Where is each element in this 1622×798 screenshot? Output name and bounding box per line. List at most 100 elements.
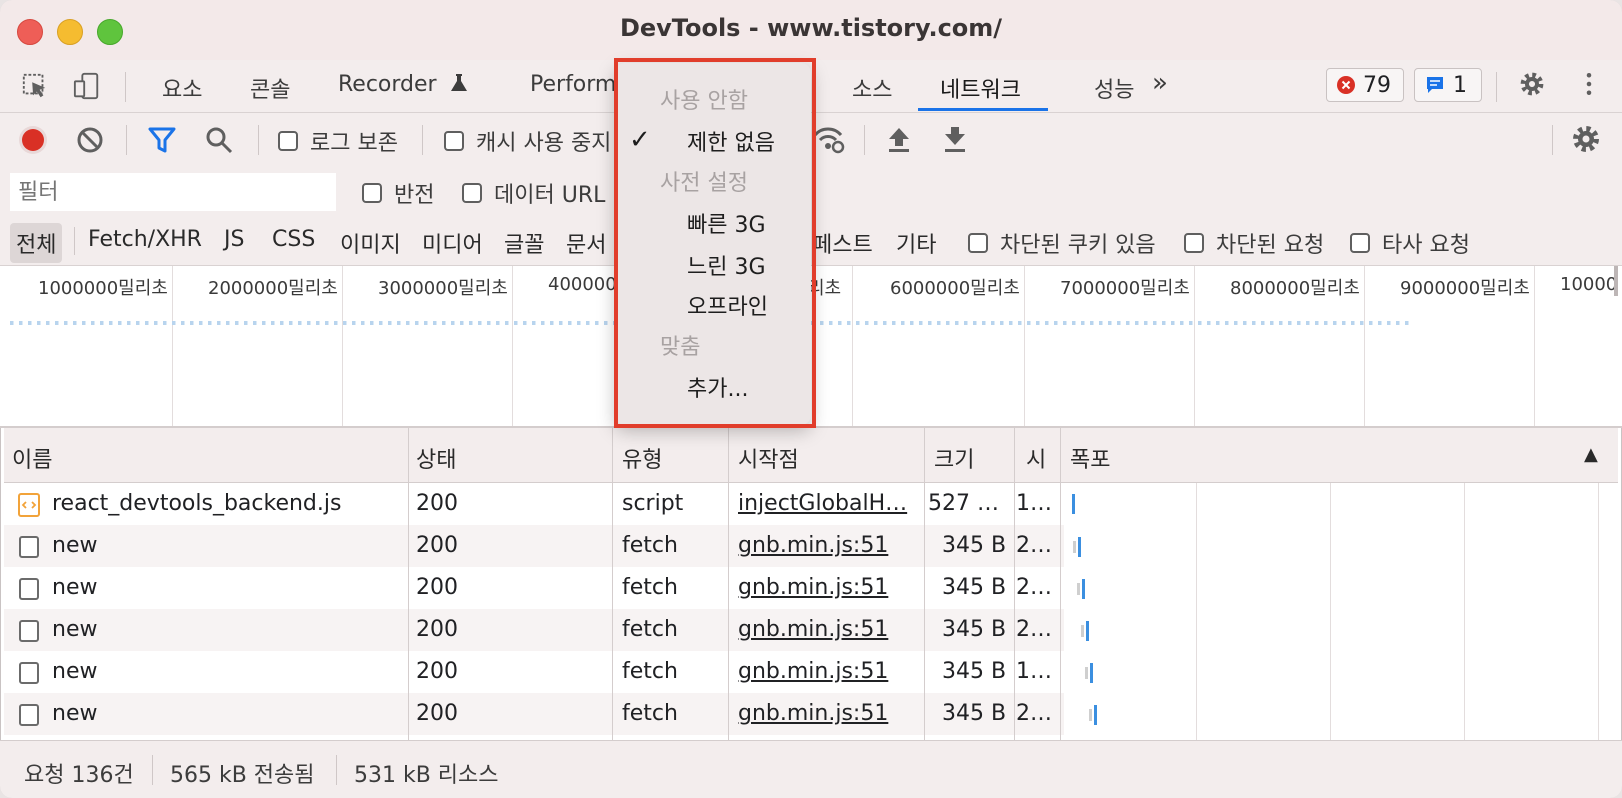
overview-scrollbar[interactable] bbox=[1614, 266, 1618, 296]
preserve-log-checkbox[interactable]: 로그 보존 bbox=[278, 125, 398, 157]
col-time[interactable]: 시 bbox=[1026, 442, 1046, 474]
type-css[interactable]: CSS bbox=[266, 223, 321, 256]
column-divider[interactable] bbox=[408, 428, 409, 740]
table-row[interactable]: new 200 fetch gnb.min.js:51 345 B 2… bbox=[4, 693, 1064, 735]
type-manifest[interactable]: 페스트 bbox=[806, 223, 879, 263]
hide-data-urls-checkbox[interactable]: 데이터 URL bbox=[462, 177, 605, 209]
tab-elements[interactable]: 요소 bbox=[162, 72, 202, 104]
request-size: 527 … bbox=[928, 491, 999, 516]
blocked-cookies-check[interactable] bbox=[968, 233, 988, 253]
disable-cache-check[interactable] bbox=[444, 131, 464, 151]
preserve-log-check[interactable] bbox=[278, 131, 298, 151]
blocked-requests-check[interactable] bbox=[1184, 233, 1204, 253]
network-settings-gear-icon[interactable] bbox=[1570, 123, 1602, 155]
more-tabs-button[interactable]: » bbox=[1152, 68, 1168, 98]
column-divider[interactable] bbox=[1014, 428, 1015, 740]
type-divider bbox=[74, 227, 75, 255]
export-har-icon[interactable] bbox=[942, 125, 968, 153]
request-time: 2… bbox=[1016, 701, 1052, 726]
invert-checkbox[interactable]: 반전 bbox=[362, 177, 434, 209]
request-name: new bbox=[52, 617, 98, 642]
waterfall-bar[interactable] bbox=[1094, 705, 1097, 725]
col-waterfall[interactable]: 폭포 bbox=[1070, 442, 1110, 474]
tab-recorder[interactable]: Recorder bbox=[338, 72, 468, 97]
disable-cache-checkbox[interactable]: 캐시 사용 중지 bbox=[444, 125, 611, 157]
table-row[interactable]: new 200 fetch gnb.min.js:51 345 B 2… bbox=[4, 525, 1064, 567]
column-divider[interactable] bbox=[924, 428, 925, 740]
type-fonts[interactable]: 글꼴 bbox=[498, 223, 550, 263]
waterfall-bar[interactable] bbox=[1086, 621, 1089, 641]
filter-input[interactable] bbox=[10, 173, 336, 211]
col-initiator[interactable]: 시작점 bbox=[738, 442, 799, 474]
type-images[interactable]: 이미지 bbox=[334, 223, 407, 263]
tab-performance[interactable]: 성능 bbox=[1094, 72, 1134, 104]
table-row[interactable]: new 200 fetch gnb.min.js:51 345 B 2… bbox=[4, 609, 1064, 651]
col-name[interactable]: 이름 bbox=[12, 442, 52, 474]
toolbar-divider bbox=[258, 125, 259, 155]
overview-gridline bbox=[1534, 266, 1535, 426]
overview-tick: 9000000밀리초 bbox=[1400, 278, 1530, 299]
col-status[interactable]: 상태 bbox=[416, 442, 456, 474]
settings-gear-icon[interactable] bbox=[1516, 70, 1548, 98]
blocked-requests-checkbox[interactable]: 차단된 요청 bbox=[1184, 227, 1324, 259]
request-name: react_devtools_backend.js bbox=[52, 491, 342, 516]
type-js[interactable]: JS bbox=[218, 223, 250, 256]
tab-console[interactable]: 콘솔 bbox=[250, 72, 290, 104]
table-row[interactable]: react_devtools_backend.js 200 script inj… bbox=[4, 483, 1064, 525]
table-row[interactable]: new 200 fetch gnb.min.js:51 345 B 1… bbox=[4, 651, 1064, 693]
inspect-element-icon[interactable] bbox=[20, 72, 50, 100]
blocked-cookies-checkbox[interactable]: 차단된 쿠키 있음 bbox=[968, 227, 1156, 259]
col-size[interactable]: 크기 bbox=[934, 442, 974, 474]
request-initiator-link[interactable]: gnb.min.js:51 bbox=[738, 575, 924, 600]
request-time: 1… bbox=[1016, 491, 1052, 516]
request-initiator-link[interactable]: gnb.min.js:51 bbox=[738, 659, 924, 684]
request-initiator-link[interactable]: gnb.min.js:51 bbox=[738, 701, 924, 726]
type-fetch-xhr[interactable]: Fetch/XHR bbox=[82, 223, 208, 256]
column-divider[interactable] bbox=[728, 428, 729, 740]
device-toolbar-icon[interactable] bbox=[72, 72, 102, 100]
network-status-bar: 요청 136건 565 kB 전송됨 531 kB 리소스 bbox=[0, 740, 1622, 798]
waterfall-queue-bar bbox=[1077, 583, 1080, 595]
type-doc[interactable]: 문서 bbox=[560, 223, 612, 263]
sort-ascending-icon[interactable]: ▲ bbox=[1584, 444, 1598, 465]
overview-gridline bbox=[1194, 266, 1195, 426]
tab-network[interactable]: 네트워크 bbox=[940, 72, 1021, 104]
third-party-check[interactable] bbox=[1350, 233, 1370, 253]
script-file-icon bbox=[18, 493, 40, 517]
error-icon bbox=[1337, 76, 1355, 94]
clear-icon[interactable] bbox=[76, 126, 104, 154]
import-har-icon[interactable] bbox=[886, 125, 912, 153]
invert-check[interactable] bbox=[362, 183, 382, 203]
waterfall-bar[interactable] bbox=[1090, 663, 1093, 683]
third-party-checkbox[interactable]: 타사 요청 bbox=[1350, 227, 1470, 259]
request-status: 200 bbox=[416, 701, 458, 726]
type-all[interactable]: 전체 bbox=[10, 223, 63, 263]
request-initiator-link[interactable]: gnb.min.js:51 bbox=[738, 617, 924, 642]
document-file-icon bbox=[19, 578, 39, 600]
table-row[interactable]: new 200 fetch gnb.min.js:51 345 B 2… bbox=[4, 567, 1064, 609]
filter-icon[interactable] bbox=[148, 126, 176, 154]
col-type[interactable]: 유형 bbox=[622, 442, 662, 474]
tab-sources[interactable]: 소스 bbox=[852, 72, 892, 104]
waterfall-bar[interactable] bbox=[1072, 494, 1075, 514]
window-title: DevTools - www.tistory.com/ bbox=[619, 14, 1003, 42]
hide-data-urls-check[interactable] bbox=[462, 183, 482, 203]
column-divider[interactable] bbox=[1060, 428, 1061, 740]
waterfall-bar[interactable] bbox=[1078, 537, 1081, 557]
blocked-cookies-label: 차단된 쿠키 있음 bbox=[1000, 233, 1156, 258]
request-initiator-link[interactable]: injectGlobalH… bbox=[738, 491, 924, 516]
message-count-badge[interactable]: 1 bbox=[1414, 68, 1482, 102]
more-options-icon[interactable] bbox=[1584, 70, 1594, 98]
waterfall-bar[interactable] bbox=[1082, 579, 1085, 599]
network-conditions-icon[interactable] bbox=[812, 123, 846, 155]
request-size: 345 B bbox=[942, 701, 1007, 726]
type-other[interactable]: 기타 bbox=[890, 223, 942, 263]
tab-performance-insights[interactable]: Perform bbox=[530, 72, 616, 97]
search-icon[interactable] bbox=[205, 126, 233, 154]
request-initiator-link[interactable]: gnb.min.js:51 bbox=[738, 533, 924, 558]
column-divider[interactable] bbox=[612, 428, 613, 740]
type-media[interactable]: 미디어 bbox=[416, 223, 489, 263]
request-size: 345 B bbox=[942, 659, 1007, 684]
record-icon[interactable] bbox=[18, 125, 48, 155]
error-count-badge[interactable]: 79 bbox=[1326, 68, 1404, 102]
